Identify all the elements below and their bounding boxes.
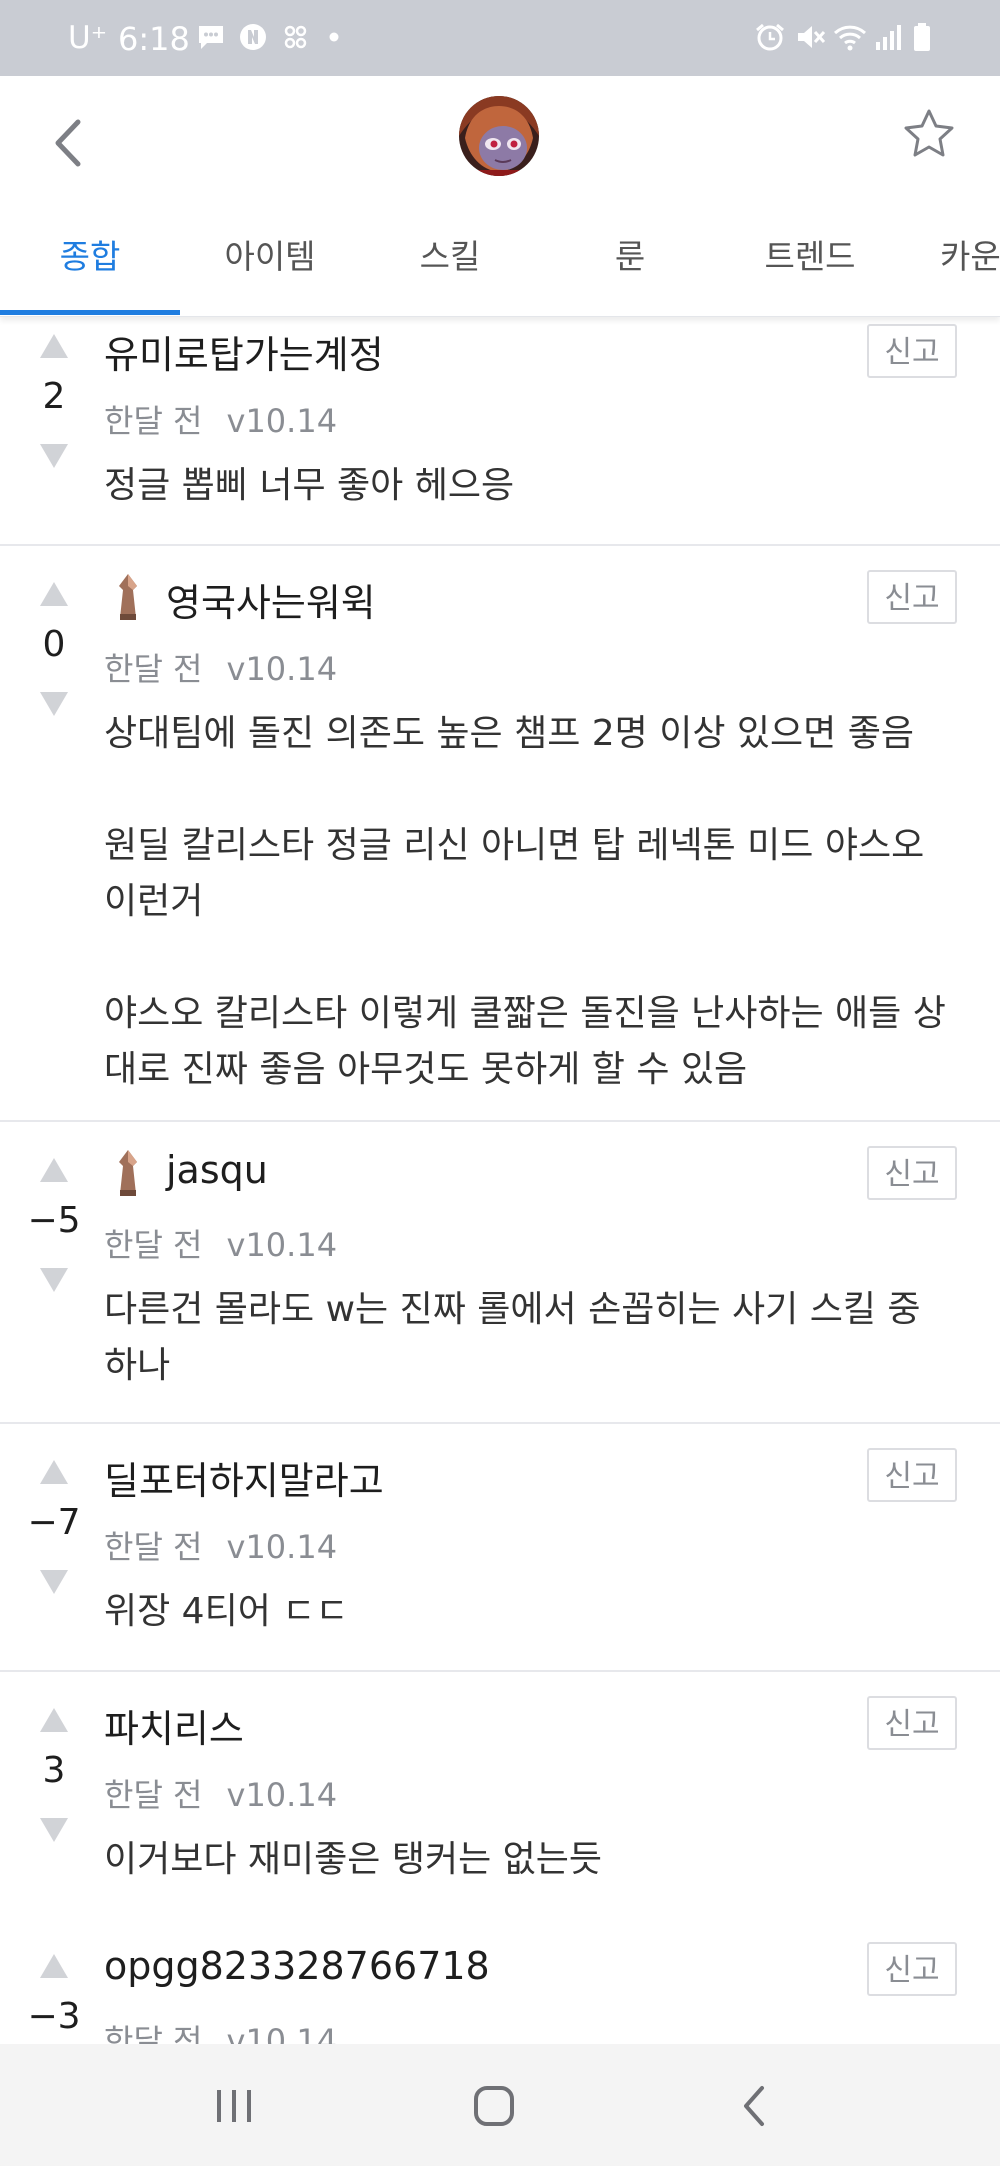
patch-version: v10.14 [226,1528,338,1566]
report-button[interactable]: 신고 [867,1942,957,1996]
signal-icon [876,25,901,50]
comment-meta: 한달 전 v10.14 [104,1770,337,1816]
report-button[interactable]: 신고 [867,1146,957,1200]
tab-overview[interactable]: 종합 [0,226,180,316]
system-nav-bar [0,2044,1000,2166]
vote-count: 2 [42,376,66,417]
comment-list[interactable]: 2 유미로탑가는계정 한달 전 v10.14 정글 뽑삐 너무 좋아 헤으응 신고… [0,316,1000,2044]
app-header [0,76,1000,226]
comment-item: −7 딜포터하지말라고 한달 전 v10.14 위장 4티어 ㄷㄷ 신고 [0,1424,1000,1672]
comment-paragraph: 이거보다 재미좋은 탱커는 없는듯 [104,1839,603,1880]
tier-badge-icon [119,1150,137,1196]
tier-badge-icon [119,574,137,620]
downvote-icon[interactable] [38,1266,70,1294]
comment-meta: 한달 전 v10.14 [104,396,337,442]
downvote-icon[interactable] [38,690,70,718]
recent-apps-icon[interactable] [212,2086,256,2126]
vote-count: 0 [42,624,66,665]
report-button[interactable]: 신고 [867,1696,957,1750]
comment-item: 0 영국사는워윅 한달 전 v10.14 상대팀에 돌진 의존도 높은 챔프 2명… [0,546,1000,1122]
comment-item: −3 opgg823328766718 한달 전 v10.14 신고 [0,1918,1000,2044]
upvote-icon[interactable] [38,580,70,608]
tab-runes[interactable]: 룬 [540,226,720,316]
upvote-icon[interactable] [38,1706,70,1734]
message-icon [199,26,223,49]
app-notification-icon [284,25,307,49]
tab-skills[interactable]: 스킬 [360,226,540,316]
report-button[interactable]: 신고 [867,324,957,378]
author-name[interactable]: 영국사는워윅 [166,572,376,627]
comment-time: 한달 전 [104,1226,203,1264]
vote-count: 3 [42,1750,66,1791]
comment-body: 위장 4티어 ㄷㄷ [104,1584,954,1640]
comment-time: 한달 전 [104,1528,203,1566]
comment-meta: 한달 전 v10.14 [104,1522,337,1568]
patch-version: v10.14 [226,402,338,440]
naver-icon [240,24,266,50]
champion-avatar [459,96,539,176]
carrier-label: U⁺ [68,20,108,56]
comment-time: 한달 전 [104,402,203,440]
comment-body: 이거보다 재미좋은 탱커는 없는듯 [104,1832,954,1888]
author-name[interactable]: jasqu [166,1148,268,1192]
comment-body: 다른건 몰라도 w는 진짜 롤에서 손꼽히는 사기 스킬 중 하나 [104,1282,954,1394]
status-bar: U⁺ 6:18 [0,0,1000,76]
author-name[interactable]: 딜포터하지말라고 [104,1450,384,1505]
comment-meta: 한달 전 v10.14 [104,2016,337,2044]
home-icon[interactable] [472,2084,516,2128]
comment-meta: 한달 전 v10.14 [104,644,337,690]
comment-time: 한달 전 [104,650,203,688]
author-name[interactable]: opgg823328766718 [104,1944,490,1988]
alarm-icon [756,23,784,51]
downvote-icon[interactable] [38,1568,70,1596]
upvote-icon[interactable] [38,1156,70,1184]
clock: 6:18 [118,20,190,58]
tab-items[interactable]: 아이템 [180,226,360,316]
comment-body: 상대팀에 돌진 의존도 높은 챔프 2명 이상 있으면 좋음 원딜 칼리스타 정… [104,706,954,1098]
comment-paragraph: 다른건 몰라도 w는 진짜 롤에서 손꼽히는 사기 스킬 중 하나 [104,1289,921,1386]
downvote-icon[interactable] [38,1816,70,1844]
downvote-icon[interactable] [38,442,70,470]
comment-meta: 한달 전 v10.14 [104,1220,337,1266]
upvote-icon[interactable] [38,1952,70,1980]
battery-icon [914,23,930,51]
mute-icon [798,26,826,48]
comment-paragraph: 위장 4티어 ㄷㄷ [104,1591,349,1632]
upvote-icon[interactable] [38,1458,70,1486]
star-outline-icon[interactable] [900,106,958,164]
tab-trends[interactable]: 트렌드 [720,226,900,316]
vote-count: −3 [27,1996,81,2037]
comment-paragraph: 원딜 칼리스타 정글 리신 아니면 탑 레넥톤 미드 야스오 이런거 [104,825,925,922]
author-name[interactable]: 파치리스 [104,1698,244,1753]
comment-paragraph: 정글 뽑삐 너무 좋아 헤으응 [104,465,515,506]
report-button[interactable]: 신고 [867,1448,957,1502]
upvote-icon[interactable] [38,332,70,360]
patch-version: v10.14 [226,1226,338,1264]
comment-time: 한달 전 [104,2022,203,2044]
comment-body: 정글 뽑삐 너무 좋아 헤으응 [104,458,954,514]
chevron-left-icon[interactable] [44,108,94,178]
more-notifications-icon [329,32,339,42]
comment-item: −5 jasqu 한달 전 v10.14 다른건 몰라도 w는 진짜 롤에서 손꼽… [0,1122,1000,1424]
patch-version: v10.14 [226,1776,338,1814]
vote-count: −7 [27,1502,81,1543]
wifi-icon [833,25,867,51]
report-button[interactable]: 신고 [867,570,957,624]
comment-paragraph: 야스오 칼리스타 이렇게 쿨짧은 돌진을 난사하는 애들 상대로 진짜 좋음 아… [104,993,946,1090]
comment-paragraph: 상대팀에 돌진 의존도 높은 챔프 2명 이상 있으면 좋음 [104,713,914,754]
tab-counters[interactable]: 카운 [900,226,1000,316]
author-name[interactable]: 유미로탑가는계정 [104,324,384,379]
patch-version: v10.14 [226,650,338,688]
active-tab-indicator [0,310,180,315]
patch-version: v10.14 [226,2022,338,2044]
vote-count: −5 [27,1200,81,1241]
back-icon[interactable] [738,2082,772,2130]
comment-item: 3 파치리스 한달 전 v10.14 이거보다 재미좋은 탱커는 없는듯 신고 [0,1672,1000,1916]
comment-item: 2 유미로탑가는계정 한달 전 v10.14 정글 뽑삐 너무 좋아 헤으응 신고 [0,316,1000,546]
tab-bar: 종합 아이템 스킬 룬 트렌드 카운 [0,226,1000,317]
comment-time: 한달 전 [104,1776,203,1814]
